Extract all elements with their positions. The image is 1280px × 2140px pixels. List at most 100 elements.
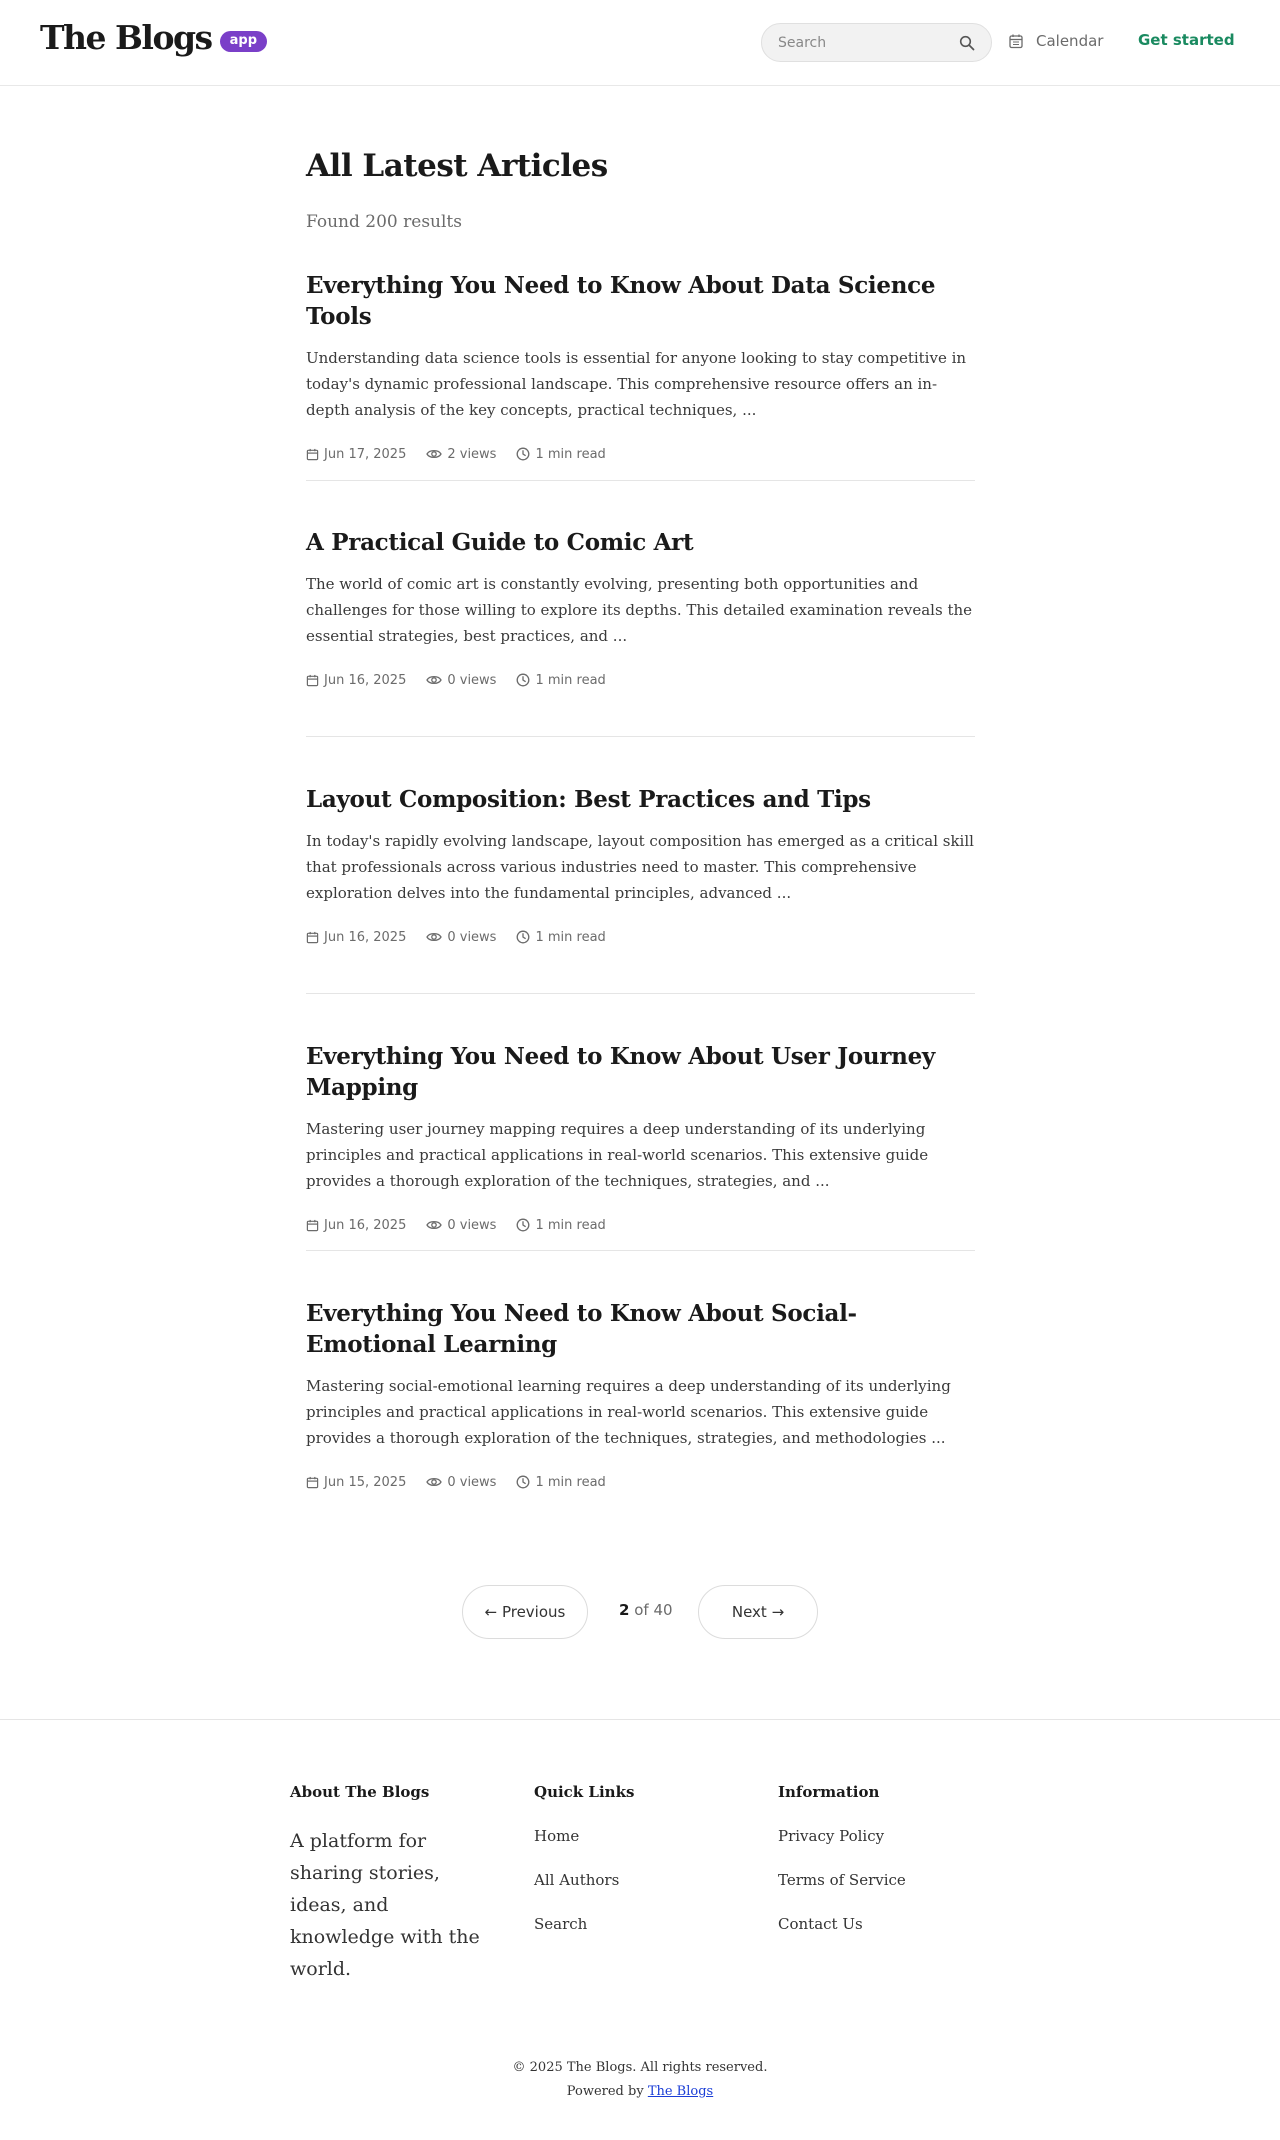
clock-icon bbox=[517, 673, 530, 687]
article-read-time-text: 1 min read bbox=[535, 929, 606, 945]
calendar-icon bbox=[306, 931, 319, 943]
article-divider bbox=[306, 1250, 975, 1251]
calendar-link[interactable]: Calendar bbox=[1008, 32, 1103, 50]
article-views-text: 0 views bbox=[447, 1217, 497, 1233]
footer-link-search[interactable]: Search bbox=[534, 1915, 734, 1959]
article-date-text: Jun 16, 2025 bbox=[324, 929, 407, 945]
article-title[interactable]: Everything You Need to Know About Social… bbox=[306, 1298, 975, 1360]
article-title[interactable]: Everything You Need to Know About Data S… bbox=[306, 270, 975, 332]
article-views: 0 views bbox=[426, 1218, 496, 1233]
page-title: All Latest Articles bbox=[306, 148, 608, 184]
article-read-time: 1 min read bbox=[516, 929, 606, 945]
article-excerpt: The world of comic art is constantly evo… bbox=[306, 575, 973, 645]
article-divider bbox=[306, 480, 975, 481]
article-meta: Jun 17, 2025 2 views 1 min read bbox=[306, 444, 975, 464]
total-pages: of 40 bbox=[634, 1601, 673, 1619]
footer-about-text: A platform for sharing stories, ideas, a… bbox=[290, 1830, 480, 1980]
article-date-text: Jun 16, 2025 bbox=[324, 672, 407, 688]
footer-link-all-authors[interactable]: All Authors bbox=[534, 1871, 734, 1915]
article-card: Everything You Need to Know About Social… bbox=[306, 1298, 975, 1492]
pagination: ← Previous 2 of 40 Next → bbox=[0, 1585, 1280, 1639]
site-logo[interactable]: The Blogs app bbox=[40, 18, 268, 57]
article-read-time: 1 min read bbox=[516, 1217, 606, 1233]
calendar-icon bbox=[306, 1476, 319, 1488]
calendar-label[interactable]: Calendar bbox=[1036, 32, 1103, 50]
article-card: Everything You Need to Know About User J… bbox=[306, 1041, 975, 1235]
footer-link-home[interactable]: Home bbox=[534, 1827, 734, 1871]
article-divider bbox=[306, 736, 975, 737]
calendar-icon bbox=[306, 674, 319, 686]
article-views-text: 0 views bbox=[447, 1474, 497, 1490]
article-meta: Jun 16, 2025 0 views 1 min read bbox=[306, 927, 975, 947]
article-excerpt: In today's rapidly evolving landscape, l… bbox=[306, 832, 974, 902]
eye-icon bbox=[426, 1477, 443, 1487]
calendar-icon bbox=[1009, 34, 1023, 49]
article-read-time: 1 min read bbox=[516, 672, 606, 688]
article-read-time-text: 1 min read bbox=[535, 1217, 606, 1233]
eye-icon bbox=[426, 449, 443, 459]
article-divider bbox=[306, 993, 975, 994]
article-date-text: Jun 16, 2025 bbox=[324, 1217, 407, 1233]
powered-by-prefix: Powered by bbox=[566, 2084, 644, 2099]
results-count: Found 200 results bbox=[306, 212, 462, 232]
article-read-time: 1 min read bbox=[516, 446, 606, 462]
article-read-time-text: 1 min read bbox=[535, 446, 606, 462]
search-input[interactable] bbox=[778, 33, 948, 53]
footer-quick-links: Quick Links Home All Authors Search bbox=[534, 1783, 734, 1959]
article-date: Jun 17, 2025 bbox=[306, 447, 406, 462]
footer-link-privacy-policy[interactable]: Privacy Policy bbox=[778, 1827, 978, 1871]
article-date: Jun 15, 2025 bbox=[306, 1475, 406, 1490]
article-meta: Jun 16, 2025 0 views 1 min read bbox=[306, 1215, 975, 1235]
clock-icon bbox=[517, 447, 530, 461]
article-excerpt: Mastering social-emotional learning requ… bbox=[306, 1377, 951, 1447]
article-views: 0 views bbox=[426, 930, 496, 945]
copyright-text: © 2025 The Blogs. All rights reserved. bbox=[512, 2060, 768, 2075]
footer-link-contact-us[interactable]: Contact Us bbox=[778, 1915, 978, 1959]
article-excerpt: Mastering user journey mapping requires … bbox=[306, 1120, 929, 1190]
get-started-link[interactable]: Get started bbox=[1138, 31, 1235, 49]
article-title[interactable]: A Practical Guide to Comic Art bbox=[306, 527, 975, 558]
previous-page-button[interactable]: ← Previous bbox=[462, 1585, 588, 1639]
article-date-text: Jun 17, 2025 bbox=[324, 446, 407, 462]
article-card: Everything You Need to Know About Data S… bbox=[306, 270, 975, 464]
article-date: Jun 16, 2025 bbox=[306, 930, 406, 945]
article-views: 0 views bbox=[426, 1475, 496, 1490]
article-date: Jun 16, 2025 bbox=[306, 673, 406, 688]
footer-link-terms-of-service[interactable]: Terms of Service bbox=[778, 1871, 978, 1915]
article-read-time-text: 1 min read bbox=[535, 672, 606, 688]
footer-information: Information Privacy Policy Terms of Serv… bbox=[778, 1783, 978, 1959]
eye-icon bbox=[426, 932, 443, 942]
next-page-button[interactable]: Next → bbox=[698, 1585, 818, 1639]
article-date: Jun 16, 2025 bbox=[306, 1218, 406, 1233]
article-views-text: 2 views bbox=[447, 446, 497, 462]
powered-by-link[interactable]: The Blogs bbox=[648, 2084, 713, 2099]
clock-icon bbox=[517, 1475, 530, 1489]
eye-icon bbox=[426, 1220, 443, 1230]
article-card: A Practical Guide to Comic Art The world… bbox=[306, 527, 975, 690]
article-views-text: 0 views bbox=[447, 672, 497, 688]
article-meta: Jun 16, 2025 0 views 1 min read bbox=[306, 670, 975, 690]
footer-quick-links-heading: Quick Links bbox=[534, 1783, 635, 1801]
footer-divider bbox=[0, 1719, 1280, 1720]
article-read-time-text: 1 min read bbox=[535, 1474, 606, 1490]
footer-about-heading: About The Blogs bbox=[290, 1783, 430, 1801]
clock-icon bbox=[517, 930, 530, 944]
article-title[interactable]: Layout Composition: Best Practices and T… bbox=[306, 784, 975, 815]
search-box[interactable] bbox=[761, 23, 992, 62]
current-page: 2 bbox=[619, 1601, 630, 1619]
powered-by: Powered by The Blogs bbox=[0, 2084, 1280, 2099]
article-excerpt: Understanding data science tools is esse… bbox=[306, 349, 967, 419]
article-read-time: 1 min read bbox=[516, 1474, 606, 1490]
calendar-icon bbox=[306, 1219, 319, 1231]
footer-about: About The Blogs A platform for sharing s… bbox=[290, 1783, 490, 1985]
article-date-text: Jun 15, 2025 bbox=[324, 1474, 407, 1490]
article-views: 0 views bbox=[426, 673, 496, 688]
article-card: Layout Composition: Best Practices and T… bbox=[306, 784, 975, 947]
search-icon[interactable] bbox=[959, 35, 975, 51]
logo-text[interactable]: The Blogs bbox=[40, 18, 213, 57]
article-views: 2 views bbox=[426, 447, 496, 462]
calendar-icon bbox=[306, 448, 319, 460]
article-title[interactable]: Everything You Need to Know About User J… bbox=[306, 1041, 975, 1103]
page-indicator: 2 of 40 bbox=[619, 1601, 673, 1619]
article-meta: Jun 15, 2025 0 views 1 min read bbox=[306, 1472, 975, 1492]
